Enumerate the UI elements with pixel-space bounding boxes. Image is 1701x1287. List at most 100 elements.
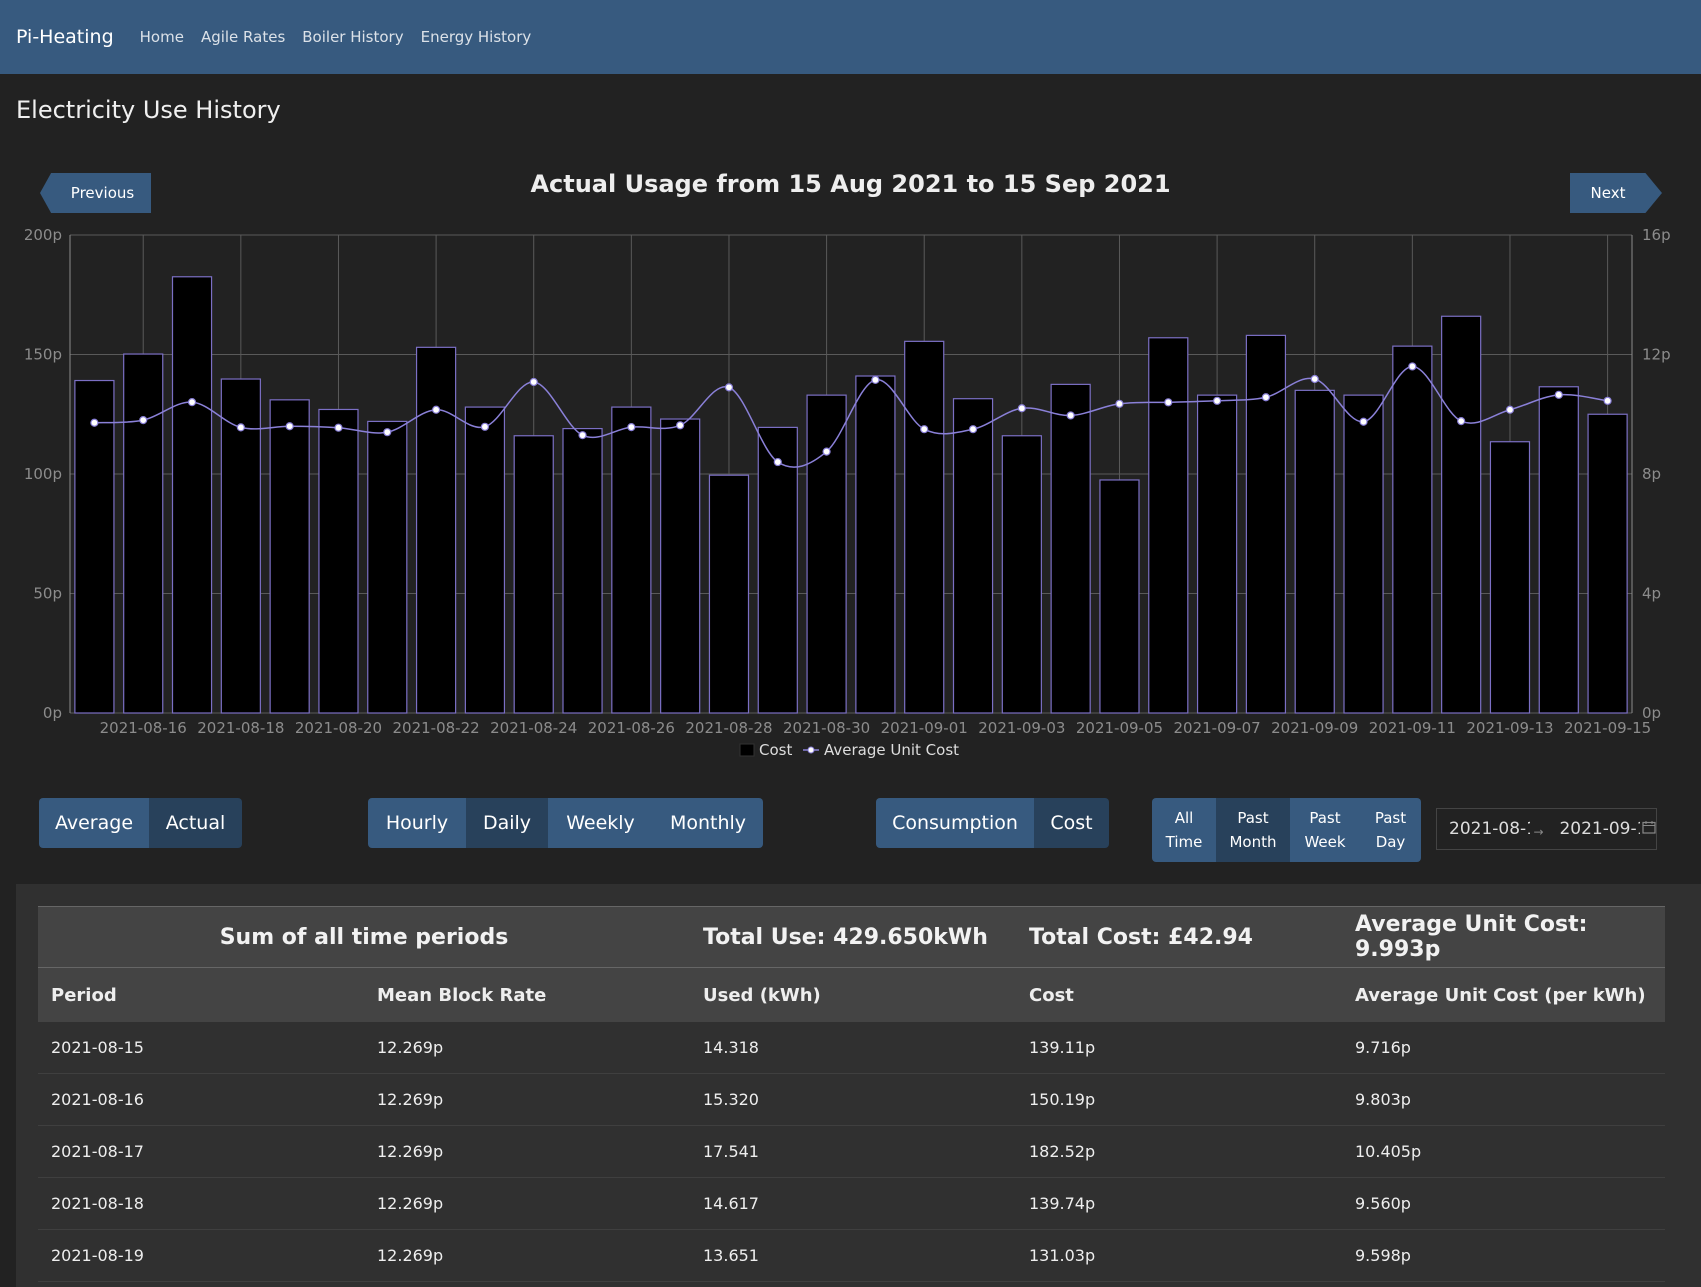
bar-cost (1343, 394, 1384, 714)
total-cost: Total Cost: £42.94 (1016, 906, 1342, 968)
bar-cost (1587, 413, 1628, 714)
summary-row: Sum of all time periods Total Use: 429.6… (38, 906, 1665, 968)
x-tick-label: 2021-09-07 (1174, 719, 1261, 737)
point-average-unit-cost (968, 425, 978, 434)
x-tick-label: 2021-09-13 (1466, 719, 1553, 737)
header-used[interactable]: Used (kWh) (690, 967, 1016, 1022)
past-day-button[interactable]: Past Day (1360, 798, 1421, 862)
history-panel: Sum of all time periods Total Use: 429.6… (16, 884, 1701, 1287)
table-row: 2021-08-19 12.269p 13.651 131.03p 9.598p (38, 1229, 1665, 1282)
table-header: Period Mean Block Rate Used (kWh) Cost A… (38, 967, 1665, 1022)
bar-cost (269, 399, 310, 714)
cell-rate: 12.269p (364, 1073, 690, 1126)
y-tick-label: 150p (24, 346, 62, 364)
y2-tick-label: 4p (1642, 585, 1661, 603)
y-tick-label: 100p (24, 465, 62, 483)
table-row: 2021-08-15 12.269p 14.318 139.11p 9.716p (38, 1022, 1665, 1074)
nav-link-agile-rates[interactable]: Agile Rates (201, 28, 285, 46)
date-range-picker[interactable]: 2021-08-15 → 2021-09-15 (1436, 808, 1657, 850)
next-button[interactable]: Next (1570, 173, 1662, 213)
arrow-right-icon: → (1533, 825, 1544, 839)
header-average-unit-cost[interactable]: Average Unit Cost (per kWh) (1342, 967, 1665, 1022)
brand[interactable]: Pi-Heating (16, 26, 114, 48)
history-table: Sum of all time periods Total Use: 429.6… (38, 906, 1665, 1282)
header-mean-block-rate[interactable]: Mean Block Rate (364, 967, 690, 1022)
past-month-line2: Month (1229, 833, 1277, 851)
cell-cost: 150.19p (1016, 1073, 1342, 1126)
consumption-button[interactable]: Consumption (876, 798, 1034, 848)
bar-cost (660, 418, 701, 714)
legend-swatch-cost (739, 743, 755, 757)
point-average-unit-cost (1505, 405, 1515, 414)
point-average-unit-cost (334, 423, 343, 432)
point-average-unit-cost (1310, 374, 1319, 384)
monthly-button[interactable]: Monthly (653, 798, 763, 848)
navbar: Pi-Heating Home Agile Rates Boiler Histo… (0, 0, 1701, 74)
cell-cost: 182.52p (1016, 1125, 1342, 1178)
bar-cost (1538, 386, 1579, 714)
nav-link-energy-history[interactable]: Energy History (421, 28, 532, 46)
past-week-button[interactable]: Past Week (1290, 798, 1360, 862)
nav-link-boiler-history[interactable]: Boiler History (302, 28, 403, 46)
past-month-line1: Past (1237, 809, 1269, 827)
date-to-input[interactable]: 2021-09-15 (1547, 819, 1640, 839)
x-tick-label: 2021-08-24 (490, 719, 577, 737)
x-tick-label: 2021-09-03 (978, 719, 1065, 737)
cell-cost: 131.03p (1016, 1229, 1342, 1282)
cell-period: 2021-08-15 (38, 1022, 364, 1074)
bar-cost (611, 406, 652, 714)
past-week-line1: Past (1309, 809, 1341, 827)
cell-period: 2021-08-17 (38, 1125, 364, 1178)
legend-swatch-point (807, 746, 815, 754)
bar-cost (171, 276, 213, 714)
cell-used: 15.320 (690, 1073, 1016, 1126)
average-button[interactable]: Average (39, 798, 149, 848)
x-tick-label: 2021-08-20 (295, 719, 382, 737)
x-tick-label: 2021-08-26 (588, 719, 675, 737)
past-day-line2: Day (1375, 833, 1406, 851)
hourly-button[interactable]: Hourly (368, 798, 466, 848)
x-tick-label: 2021-08-30 (783, 719, 870, 737)
point-average-unit-cost (1554, 390, 1563, 399)
cost-button[interactable]: Cost (1034, 798, 1109, 848)
weekly-button[interactable]: Weekly (548, 798, 653, 848)
all-time-line1: All (1174, 809, 1194, 827)
cell-rate: 12.269p (364, 1229, 690, 1282)
point-average-unit-cost (1261, 393, 1271, 402)
calendar-icon[interactable] (1642, 819, 1656, 839)
header-cost[interactable]: Cost (1016, 967, 1342, 1022)
all-time-button[interactable]: All Time (1152, 798, 1216, 862)
table-row: 2021-08-17 12.269p 17.541 182.52p 10.405… (38, 1125, 1665, 1178)
bar-cost (123, 353, 164, 714)
cell-period: 2021-08-18 (38, 1177, 364, 1230)
point-average-unit-cost (578, 431, 587, 440)
legend-label-average-unit-cost: Average Unit Cost (824, 741, 959, 759)
past-month-button[interactable]: Past Month (1216, 798, 1290, 862)
bar-cost (1489, 441, 1531, 714)
y-tick-label: 200p (24, 226, 62, 244)
daily-button[interactable]: Daily (466, 798, 548, 848)
bar-cost (74, 379, 115, 714)
nav-link-home[interactable]: Home (140, 28, 184, 46)
bar-cost (562, 427, 603, 714)
actual-button[interactable]: Actual (149, 798, 242, 848)
point-average-unit-cost (1115, 399, 1124, 408)
y2-tick-label: 16p (1642, 226, 1671, 244)
point-average-unit-cost (431, 405, 441, 414)
cell-rate: 12.269p (364, 1022, 690, 1074)
x-tick-label: 2021-09-01 (881, 719, 968, 737)
bar-cost (318, 408, 359, 714)
header-period[interactable]: Period (38, 967, 364, 1022)
cell-rate: 12.269p (364, 1125, 690, 1178)
table-row: 2021-08-18 12.269p 14.617 139.74p 9.560p (38, 1177, 1665, 1230)
bar-cost (1392, 345, 1433, 714)
cell-used: 14.617 (690, 1177, 1016, 1230)
x-tick-label: 2021-09-15 (1564, 719, 1651, 737)
point-average-unit-cost (90, 418, 99, 427)
date-from-input[interactable]: 2021-08-15 (1437, 819, 1530, 839)
bar-cost (757, 426, 798, 714)
point-average-unit-cost (627, 422, 636, 432)
cell-unit-cost: 9.803p (1342, 1073, 1665, 1126)
point-average-unit-cost (1408, 362, 1417, 371)
mode-toggle-group: Average Actual (39, 798, 242, 848)
